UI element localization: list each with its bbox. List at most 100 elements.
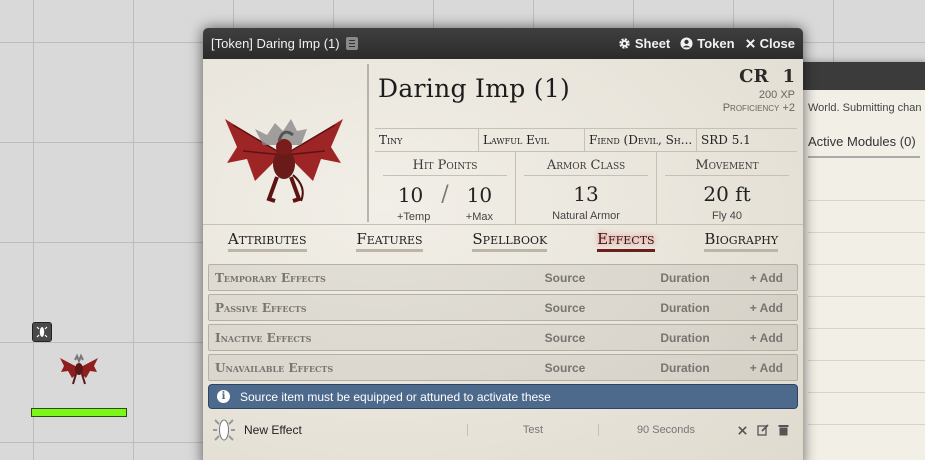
background-window: World. Submitting chan Active Modules (0… (790, 62, 925, 460)
hit-points-label: Hit Points (383, 158, 507, 176)
duration-column-header: Duration (660, 300, 710, 315)
divider (808, 264, 925, 265)
duration-column-header: Duration (660, 360, 710, 375)
category-name: Passive Effects (215, 300, 307, 315)
actor-name[interactable]: Daring Imp (1) (378, 74, 570, 103)
add-effect-button[interactable]: + Add (745, 301, 791, 315)
armor-class-label: Armor Class (524, 158, 648, 176)
tab-features[interactable]: Features (356, 230, 423, 252)
plus-icon: + (749, 360, 760, 375)
close-button[interactable]: Close (745, 36, 795, 51)
add-effect-button[interactable]: + Add (745, 271, 791, 285)
tab-active-modules[interactable]: Active Modules (0) (808, 134, 920, 158)
add-effect-label: Add (759, 360, 783, 375)
category-name: Inactive Effects (215, 330, 312, 345)
duration-column-header: Duration (660, 330, 710, 345)
add-effect-label: Add (759, 330, 783, 345)
armor-class-note: Natural Armor (552, 210, 620, 222)
divider (808, 200, 925, 201)
document-id-icon[interactable] (345, 37, 358, 50)
xp-value: 200 XP (758, 89, 795, 101)
effect-category-header: Temporary Effects Source Duration + Add (208, 264, 798, 291)
challenge-rating-block: CR 1 200 XP Proficiency +2 (723, 66, 795, 115)
effect-duration: 90 Seconds (636, 424, 696, 436)
movement-label: Movement (665, 158, 789, 176)
hp-tempmax-input[interactable]: +Max (466, 211, 493, 223)
background-window-text: World. Submitting chan (808, 102, 922, 114)
close-icon (745, 39, 755, 48)
plus-icon: + (749, 300, 760, 315)
token-effect-status-icon[interactable] (32, 322, 52, 342)
add-effect-label: Add (759, 300, 783, 315)
tab-biography[interactable]: Biography (704, 230, 779, 252)
actor-portrait[interactable] (203, 59, 366, 222)
token-button[interactable]: Token (680, 36, 735, 51)
hp-temp-input[interactable]: +Temp (397, 211, 430, 223)
tab-effects[interactable]: Effects (597, 230, 655, 252)
window-title: [Token] Daring Imp (1) (211, 36, 608, 51)
close-button-label: Close (759, 36, 795, 51)
divider (808, 232, 925, 233)
hp-current-input[interactable]: 10 (398, 183, 423, 207)
source-column-header: Source (544, 330, 586, 345)
creature-type-field[interactable]: Fiend (Devil, Sh... (585, 129, 697, 151)
trash-icon[interactable] (778, 424, 789, 436)
plus-icon: + (749, 270, 760, 285)
effects-list: Temporary Effects Source Duration + Add … (208, 264, 798, 448)
actor-details-row: Tiny Lawful Evil Fiend (Devil, Sh... SRD… (375, 128, 797, 152)
effect-item[interactable]: New Effect Test 90 Seconds (208, 412, 798, 448)
effect-category-header: Inactive Effects Source Duration + Add (208, 324, 798, 351)
plus-icon: + (749, 330, 760, 345)
hp-max-input[interactable]: 10 (467, 183, 492, 207)
info-icon: i (217, 390, 230, 403)
aura-icon (213, 419, 235, 441)
effect-category-header: Unavailable Effects Source Duration + Ad… (208, 354, 798, 381)
user-circle-icon (680, 37, 693, 50)
add-effect-button[interactable]: + Add (745, 361, 791, 375)
effect-category-header: Passive Effects Source Duration + Add (208, 294, 798, 321)
sheet-button[interactable]: Sheet (618, 36, 670, 51)
challenge-rating: CR 1 (723, 66, 795, 87)
cr-label: CR (739, 66, 769, 87)
source-field[interactable]: SRD 5.1 (697, 129, 797, 151)
divider (808, 424, 925, 425)
effect-aura-icon (208, 415, 240, 445)
source-column-header: Source (544, 360, 586, 375)
source-column-header: Source (544, 270, 586, 285)
divider (808, 328, 925, 329)
tab-spellbook[interactable]: Spellbook (472, 230, 548, 252)
add-effect-button[interactable]: + Add (745, 331, 791, 345)
category-name: Unavailable Effects (215, 360, 334, 375)
armor-class-value[interactable]: 13 (516, 182, 656, 206)
alignment-field[interactable]: Lawful Evil (479, 129, 585, 151)
window-title-text: [Token] Daring Imp (1) (211, 36, 340, 51)
header-divider (367, 64, 369, 222)
info-notification: i Source item must be equipped or attune… (208, 384, 798, 409)
size-field[interactable]: Tiny (375, 129, 479, 151)
add-effect-label: Add (759, 270, 783, 285)
divider (808, 296, 925, 297)
movement-note: Fly 40 (712, 210, 742, 222)
actor-sheet-window: [Token] Daring Imp (1) Sheet Token Close (203, 28, 803, 460)
effect-name: New Effect (244, 423, 302, 437)
tab-attributes[interactable]: Attributes (227, 230, 307, 252)
gear-icon (619, 38, 630, 49)
movement-value[interactable]: 20 ft (657, 182, 797, 206)
edit-icon[interactable] (757, 424, 769, 436)
hp-separator: / (441, 182, 449, 207)
info-message: Source item must be equipped or attuned … (240, 389, 551, 404)
effect-controls (733, 424, 798, 436)
divider (808, 360, 925, 361)
movement-stat: Movement 20 ft Fly 40 (657, 152, 797, 224)
cr-value[interactable]: 1 (782, 66, 795, 87)
imp-token[interactable] (58, 352, 100, 386)
window-titlebar[interactable]: [Token] Daring Imp (1) Sheet Token Close (203, 28, 803, 59)
hit-points-stat: Hit Points 10 / 10 +Temp +Max (375, 152, 516, 224)
effect-source: Test (467, 424, 599, 436)
toggle-effect-icon[interactable] (737, 425, 748, 436)
armor-class-stat: Armor Class 13 Natural Armor (516, 152, 657, 224)
background-window-header (791, 62, 925, 90)
sheet-tabs: Attributes Features Spellbook Effects Bi… (203, 224, 803, 258)
token-button-label: Token (697, 36, 735, 51)
duration-column-header: Duration (660, 270, 710, 285)
